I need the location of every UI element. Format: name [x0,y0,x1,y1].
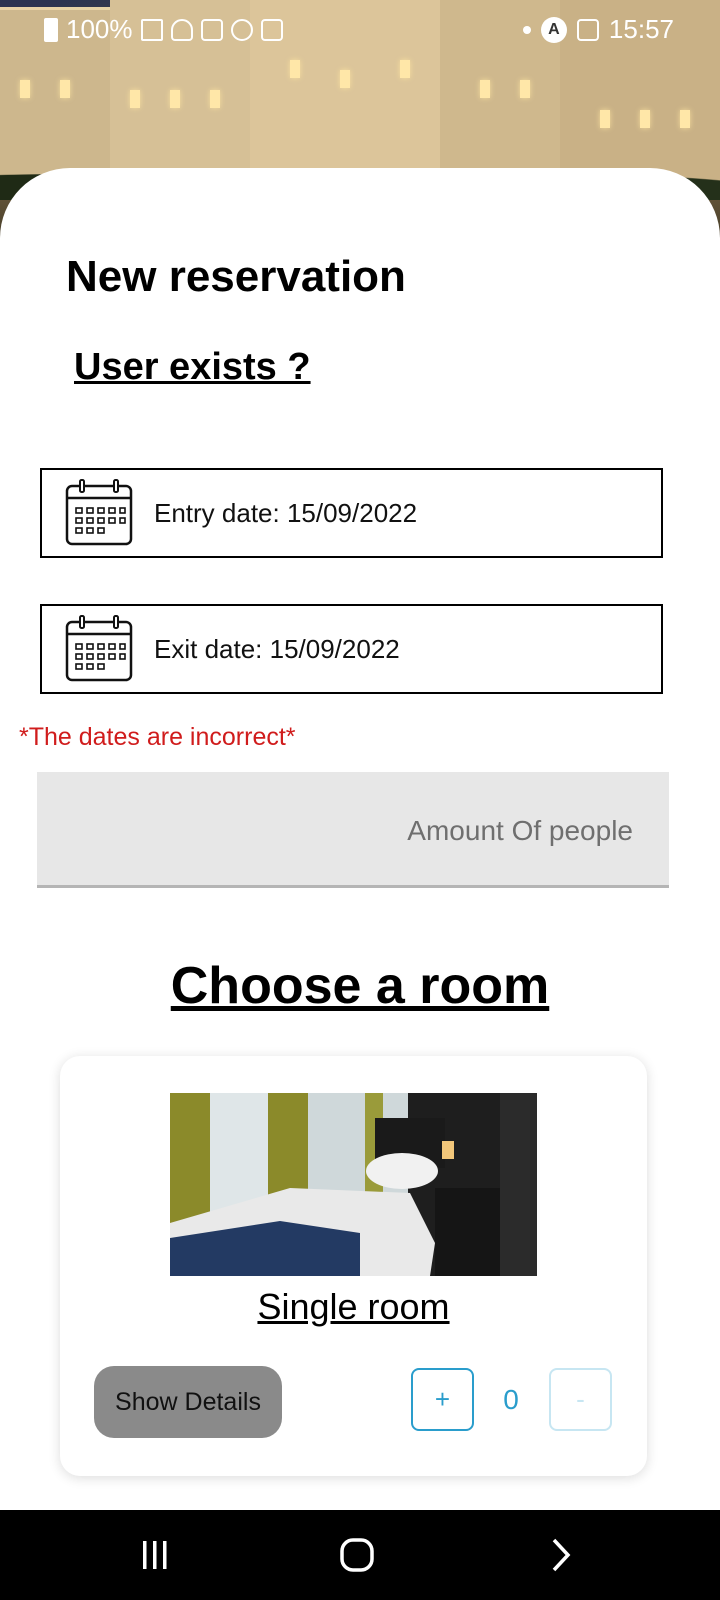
user-exists-link[interactable]: User exists ? [74,346,311,389]
calendar-icon [65,615,133,682]
room-photo [170,1093,537,1276]
app-notification-icon: A [540,16,567,43]
status-bar: 100% A 15:57 [0,0,720,58]
mute-icon [200,18,223,41]
recent-apps-button[interactable] [95,1510,215,1600]
navigation-bar [0,1510,720,1600]
date-error-message: *The dates are incorrect* [19,723,296,751]
recent-apps-icon [143,1541,167,1569]
entry-date-picker[interactable]: Entry date: 15/09/2022 [40,468,663,558]
exit-date-picker[interactable]: Exit date: 15/09/2022 [40,604,663,694]
increase-quantity-button[interactable]: + [411,1368,474,1431]
room-card: Single room Show Details + 0 - [60,1056,647,1476]
reservation-sheet: New reservation User exists ? Entry date… [0,168,720,1510]
exit-date-label: Exit date: 15/09/2022 [154,633,400,664]
amount-of-people-field[interactable] [37,772,669,888]
battery-percentage: 100% [66,14,133,44]
back-icon [552,1538,571,1572]
home-icon [340,1538,374,1572]
back-button[interactable] [500,1510,620,1600]
alarm-icon [230,18,253,41]
battery-icon [44,17,58,42]
room-quantity: 0 [503,1383,519,1415]
choose-room-heading: Choose a room [170,957,550,1015]
entry-date-label: Entry date: 15/09/2022 [154,497,418,528]
signal-icon [140,18,163,41]
page-title: New reservation [66,252,406,301]
home-button[interactable] [297,1510,417,1600]
show-details-button[interactable]: Show Details [94,1366,282,1438]
status-time: 15:57 [608,14,674,44]
decrease-quantity-button[interactable]: - [549,1368,612,1431]
room-name-link[interactable]: Single room [60,1286,647,1328]
notification-icon [260,18,283,41]
dot-icon [522,25,531,34]
calendar-icon [65,479,133,546]
gallery-icon [576,18,599,41]
wifi-icon [170,18,193,41]
amount-of-people-input[interactable] [37,809,669,848]
